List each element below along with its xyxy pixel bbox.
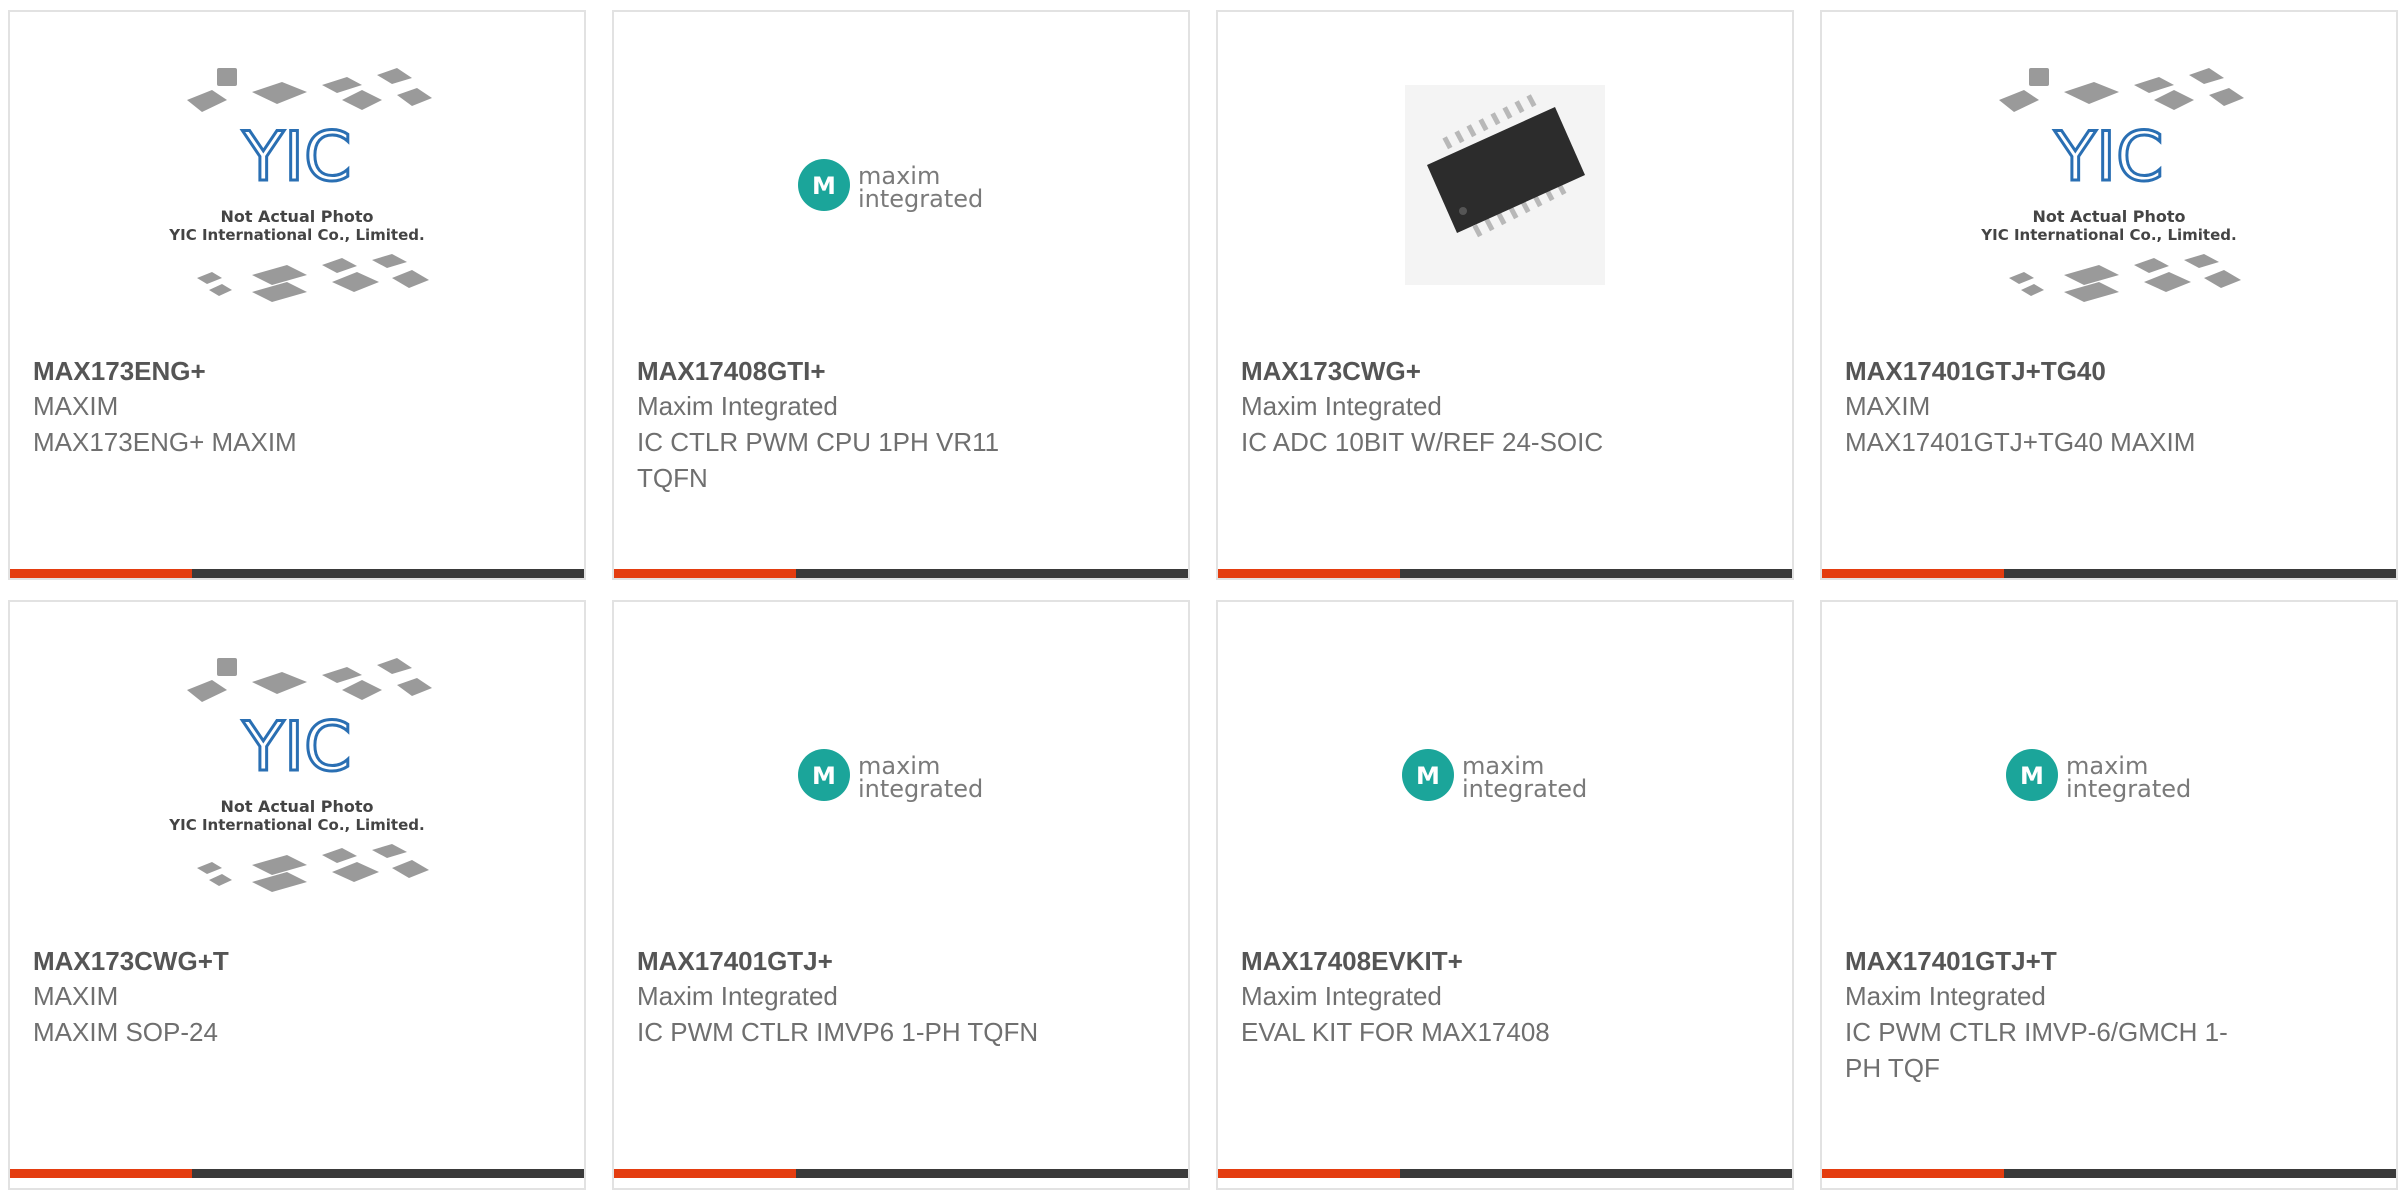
card-footer-bar bbox=[1822, 569, 2396, 578]
product-image[interactable]: YIC Not Actual Photo YIC International C… bbox=[1822, 12, 2396, 357]
svg-text:Not Actual Photo: Not Actual Photo bbox=[2032, 207, 2185, 226]
product-grid: YIC Not Actual Photo YIC International C… bbox=[0, 0, 2400, 1190]
product-image[interactable]: M maxim integrated bbox=[1218, 602, 1792, 947]
svg-text:M: M bbox=[812, 172, 836, 200]
part-number[interactable]: MAX173CWG+ bbox=[1241, 354, 1652, 388]
description: MAX17401GTJ+TG40 MAXIM bbox=[1845, 427, 2196, 457]
svg-text:Not Actual Photo: Not Actual Photo bbox=[220, 207, 373, 226]
svg-text:YIC International Co., Limited: YIC International Co., Limited. bbox=[168, 816, 424, 834]
manufacturer: Maxim Integrated bbox=[637, 391, 838, 421]
svg-text:integrated: integrated bbox=[858, 775, 983, 803]
yic-placeholder-icon: YIC Not Actual Photo YIC International C… bbox=[168, 657, 432, 892]
part-number[interactable]: MAX17408EVKIT+ bbox=[1241, 944, 1652, 978]
product-card[interactable]: M maxim integrated MAX17401GTJ+T Maxim I… bbox=[1820, 600, 2398, 1190]
manufacturer: MAXIM bbox=[33, 981, 119, 1011]
manufacturer: Maxim Integrated bbox=[1241, 391, 1442, 421]
manufacturer: Maxim Integrated bbox=[1845, 981, 2046, 1011]
yic-placeholder-icon: YIC Not Actual Photo YIC International C… bbox=[1980, 67, 2244, 302]
svg-text:integrated: integrated bbox=[2066, 775, 2191, 803]
product-card[interactable]: YIC Not Actual Photo YIC International C… bbox=[8, 600, 586, 1190]
maxim-logo-icon: M maxim integrated bbox=[798, 748, 983, 803]
product-card[interactable]: M maxim integrated MAX17408GTI+ Maxim In… bbox=[612, 10, 1190, 580]
card-footer-bar bbox=[1218, 569, 1792, 578]
description: MAX173ENG+ MAXIM bbox=[33, 427, 297, 457]
part-number[interactable]: MAX17401GTJ+TG40 bbox=[1845, 354, 2256, 388]
svg-text:M: M bbox=[2020, 762, 2044, 790]
part-number[interactable]: MAX17408GTI+ bbox=[637, 354, 1048, 388]
part-number[interactable]: MAX17401GTJ+T bbox=[1845, 944, 2256, 978]
svg-text:YIC: YIC bbox=[241, 118, 351, 197]
product-card[interactable]: M maxim integrated MAX17401GTJ+ Maxim In… bbox=[612, 600, 1190, 1190]
manufacturer: MAXIM bbox=[33, 391, 119, 421]
part-number[interactable]: MAX173ENG+ bbox=[33, 354, 444, 388]
description: MAXIM SOP-24 bbox=[33, 1017, 218, 1047]
svg-text:M: M bbox=[812, 762, 836, 790]
svg-text:Not Actual Photo: Not Actual Photo bbox=[220, 797, 373, 816]
product-card[interactable]: YIC Not Actual Photo YIC International C… bbox=[8, 10, 586, 580]
yic-placeholder-icon: YIC Not Actual Photo YIC International C… bbox=[168, 67, 432, 302]
description: IC PWM CTLR IMVP-6/GMCH 1-PH TQF bbox=[1845, 1017, 2228, 1083]
product-image[interactable]: M maxim integrated bbox=[614, 602, 1188, 947]
description: EVAL KIT FOR MAX17408 bbox=[1241, 1017, 1550, 1047]
product-card[interactable]: YIC Not Actual Photo YIC International C… bbox=[1820, 10, 2398, 580]
product-card[interactable]: MAX173CWG+ Maxim Integrated IC ADC 10BIT… bbox=[1216, 10, 1794, 580]
manufacturer: Maxim Integrated bbox=[637, 981, 838, 1011]
svg-text:YIC: YIC bbox=[2053, 118, 2163, 197]
description: IC CTLR PWM CPU 1PH VR11 TQFN bbox=[637, 427, 1000, 493]
svg-text:YIC International Co., Limited: YIC International Co., Limited. bbox=[168, 226, 424, 244]
card-footer-bar bbox=[10, 569, 584, 578]
soic-chip-icon bbox=[1405, 84, 1605, 285]
svg-text:YIC International Co., Limited: YIC International Co., Limited. bbox=[1980, 226, 2236, 244]
card-footer-bar bbox=[614, 569, 1188, 578]
part-number[interactable]: MAX173CWG+T bbox=[33, 944, 444, 978]
svg-text:YIC: YIC bbox=[241, 708, 351, 787]
part-number[interactable]: MAX17401GTJ+ bbox=[637, 944, 1048, 978]
product-image[interactable] bbox=[1218, 12, 1792, 357]
card-footer-bar bbox=[1218, 1169, 1792, 1178]
product-image[interactable]: M maxim integrated bbox=[614, 12, 1188, 357]
product-image[interactable]: YIC Not Actual Photo YIC International C… bbox=[10, 12, 584, 357]
svg-text:M: M bbox=[1416, 762, 1440, 790]
product-card[interactable]: M maxim integrated MAX17408EVKIT+ Maxim … bbox=[1216, 600, 1794, 1190]
product-image[interactable]: M maxim integrated bbox=[1822, 602, 2396, 947]
card-footer-bar bbox=[10, 1169, 584, 1178]
maxim-logo-icon: M maxim integrated bbox=[2006, 748, 2191, 803]
manufacturer: MAXIM bbox=[1845, 391, 1931, 421]
manufacturer: Maxim Integrated bbox=[1241, 981, 1442, 1011]
svg-text:integrated: integrated bbox=[858, 185, 983, 213]
card-footer-bar bbox=[614, 1169, 1188, 1178]
card-footer-bar bbox=[1822, 1169, 2396, 1178]
maxim-logo-icon: M maxim integrated bbox=[1402, 748, 1587, 803]
svg-text:integrated: integrated bbox=[1462, 775, 1587, 803]
maxim-logo-icon: M maxim integrated bbox=[798, 158, 983, 213]
description: IC PWM CTLR IMVP6 1-PH TQFN bbox=[637, 1017, 1039, 1047]
description: IC ADC 10BIT W/REF 24-SOIC bbox=[1241, 427, 1604, 457]
product-image[interactable]: YIC Not Actual Photo YIC International C… bbox=[10, 602, 584, 947]
